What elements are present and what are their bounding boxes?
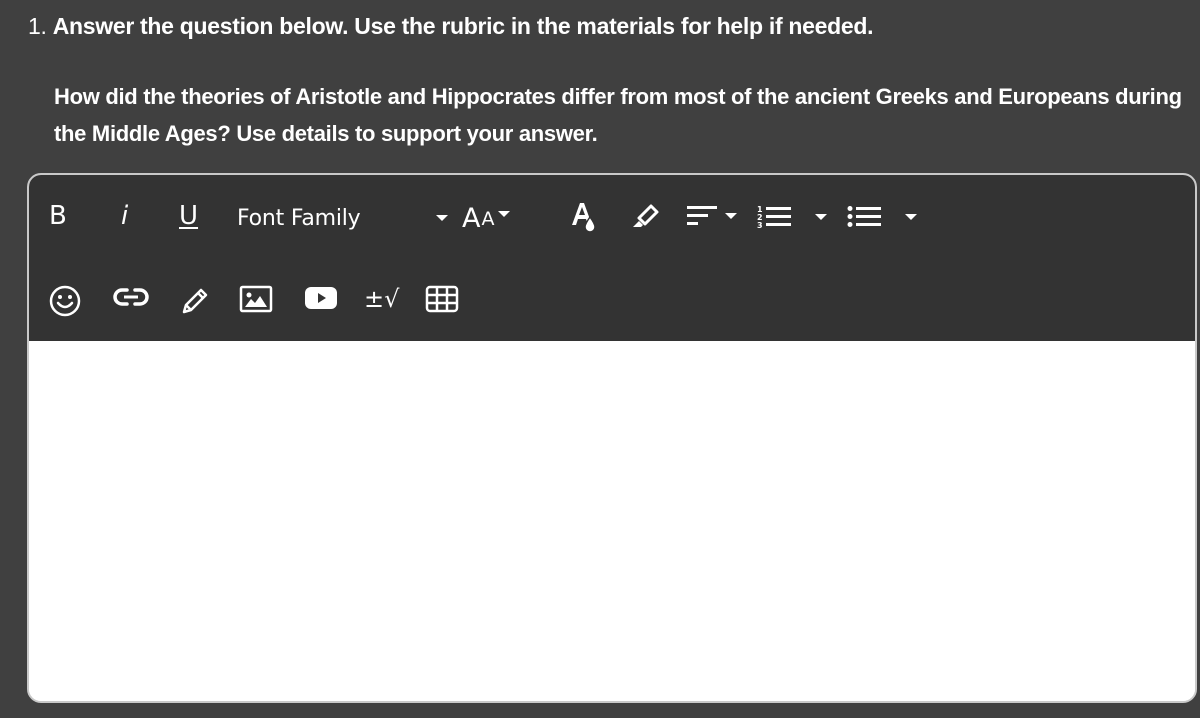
italic-icon: i	[121, 201, 129, 231]
text-color-icon	[572, 203, 596, 233]
question-instruction: Answer the question below. Use the rubri…	[52, 13, 874, 39]
bold-button[interactable]: B	[49, 201, 67, 231]
underline-icon: U	[179, 201, 199, 231]
pencil-icon	[182, 288, 208, 314]
font-size-icon: A	[462, 203, 481, 234]
align-dropdown[interactable]	[687, 205, 737, 227]
svg-text:3: 3	[757, 221, 763, 229]
rich-text-editor: B i U Font Family A A 1 2 3 ±√	[27, 173, 1197, 703]
question-heading: 1. Answer the question below. Use the ru…	[28, 10, 874, 42]
underline-button[interactable]: U	[179, 201, 198, 231]
video-icon	[305, 287, 337, 309]
editor-text-area[interactable]	[29, 341, 1195, 701]
insert-math-button[interactable]: ±√	[364, 285, 399, 313]
bold-icon: B	[49, 201, 67, 231]
italic-button[interactable]: i	[121, 201, 128, 231]
text-color-button[interactable]	[569, 199, 599, 235]
link-button[interactable]	[113, 285, 149, 309]
draw-button[interactable]	[179, 285, 211, 317]
chevron-down-icon	[905, 214, 917, 220]
math-icon: ±√	[364, 285, 400, 313]
link-icon	[113, 288, 149, 306]
unordered-list-dropdown[interactable]	[847, 205, 917, 229]
ordered-list-icon: 1 2 3	[757, 205, 791, 229]
font-size-button[interactable]: A A	[462, 203, 511, 234]
align-icon	[687, 206, 717, 225]
chevron-down-icon	[815, 214, 827, 220]
font-family-label: Font Family	[237, 205, 361, 231]
editor-toolbar: B i U Font Family A A 1 2 3 ±√	[29, 175, 1195, 341]
question-number: 1.	[28, 13, 47, 39]
highlight-icon	[633, 204, 659, 227]
chevron-down-icon	[725, 213, 737, 219]
font-family-dropdown[interactable]: Font Family	[237, 203, 449, 233]
insert-video-button[interactable]	[304, 285, 338, 311]
insert-image-button[interactable]	[239, 285, 273, 313]
highlight-button[interactable]	[629, 201, 663, 231]
ordered-list-dropdown[interactable]: 1 2 3	[757, 205, 827, 229]
question-prompt: How did the theories of Aristotle and Hi…	[54, 84, 1182, 146]
emoji-button[interactable]	[49, 285, 81, 317]
chevron-down-icon	[498, 210, 511, 217]
font-size-small-icon: A	[481, 207, 495, 230]
insert-table-button[interactable]	[425, 285, 459, 313]
emoji-icon	[49, 285, 81, 317]
image-icon	[239, 285, 273, 313]
unordered-list-icon	[847, 206, 881, 227]
chevron-down-icon	[436, 215, 449, 221]
table-icon	[425, 285, 459, 313]
